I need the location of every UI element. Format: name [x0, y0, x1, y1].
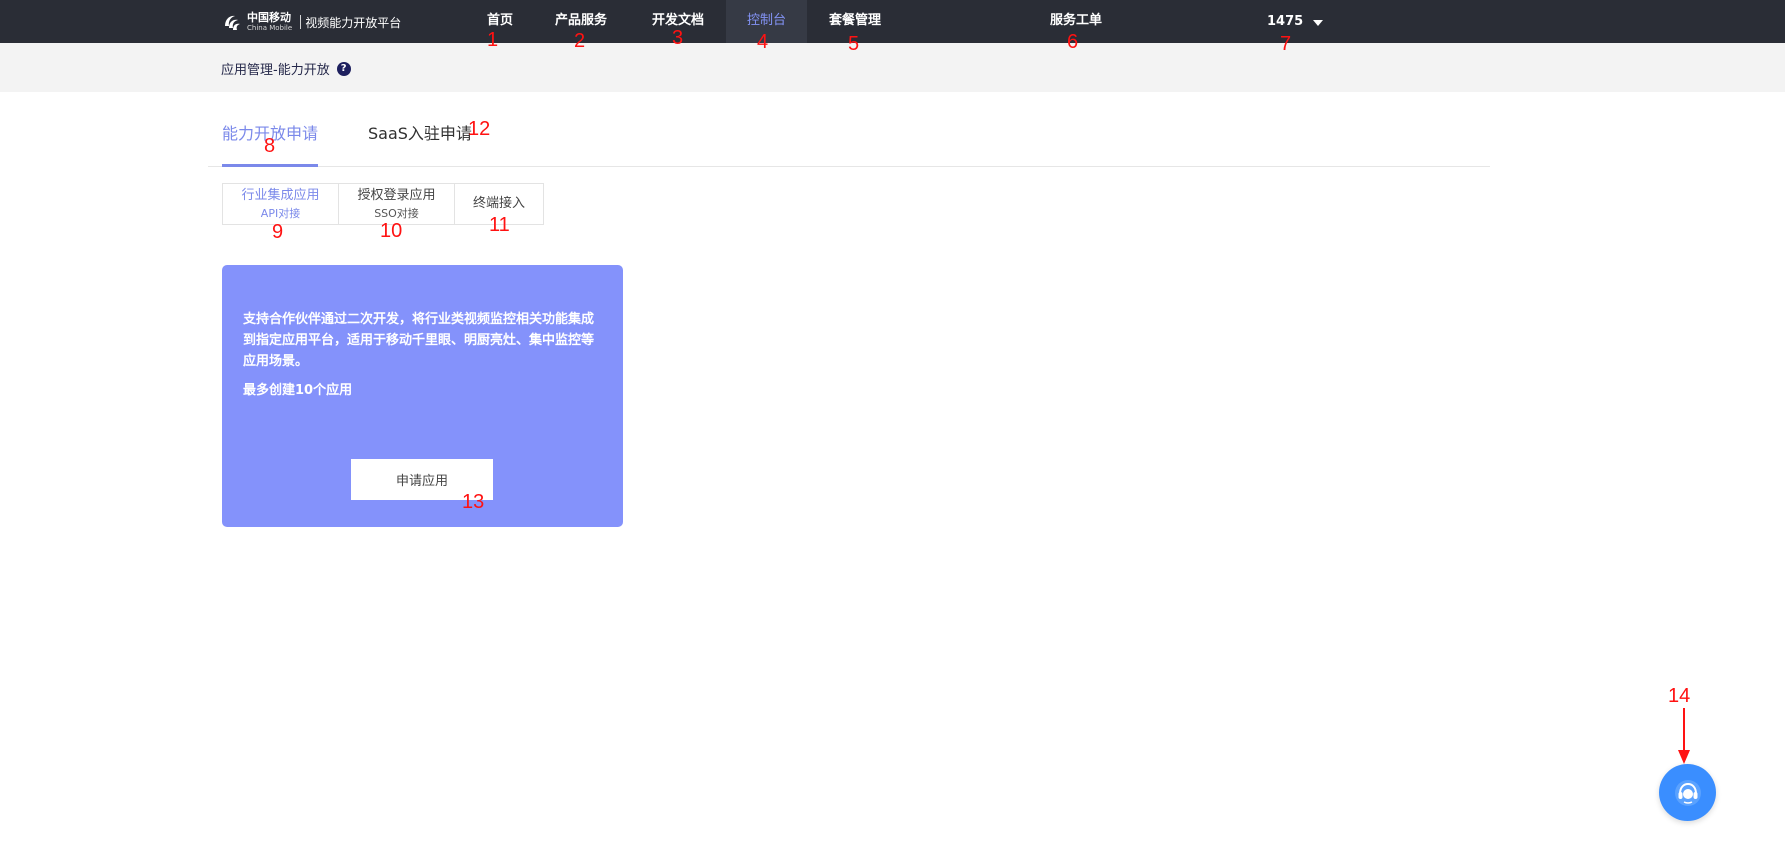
annotation-label: 6: [1067, 31, 1079, 53]
main-tabs: 能力开放申请 SaaS入驻申请: [208, 110, 1490, 167]
china-mobile-logo-icon: [221, 11, 243, 33]
annotation-label: 12: [468, 118, 491, 140]
customer-service-button[interactable]: [1659, 764, 1716, 821]
subtab-subtitle: SSO对接: [374, 206, 419, 220]
annotation-label: 5: [848, 33, 860, 55]
subtab-title: 行业集成应用: [241, 187, 320, 203]
breadcrumb: 应用管理-能力开放 ?: [221, 59, 351, 78]
annotation-label: 3: [672, 27, 684, 49]
subtab-subtitle: API对接: [260, 206, 301, 220]
platform-name: 视频能力开放平台: [305, 15, 402, 30]
help-icon[interactable]: ?: [336, 61, 351, 76]
subtab-sso-login[interactable]: 授权登录应用 SSO对接: [338, 183, 455, 225]
brand-logo-link[interactable]: 中国移动 China Mobile 视频能力开放平台: [221, 10, 401, 34]
chevron-down-icon: [1313, 19, 1324, 26]
app-apply-card: 支持合作伙伴通过二次开发，将行业类视频监控相关功能集成到指定应用平台，适用于移动…: [222, 265, 623, 527]
annotation-label: 10: [380, 220, 403, 242]
card-description: 支持合作伙伴通过二次开发，将行业类视频监控相关功能集成到指定应用平台，适用于移动…: [243, 312, 595, 369]
annotation-label: 1: [487, 29, 499, 51]
tab-saas-onboarding-apply[interactable]: SaaS入驻申请: [368, 120, 472, 166]
brand-company: 中国移动 China Mobile: [247, 12, 292, 32]
annotation-label: 8: [264, 135, 276, 157]
top-nav-bar: 中国移动 China Mobile 视频能力开放平台 首页 产品服务 开发文档 …: [0, 0, 1785, 43]
annotation-label: 7: [1280, 33, 1292, 55]
subtab-title: 终端接入: [472, 196, 525, 211]
annotation-label: 2: [574, 30, 586, 52]
brand-company-cn: 中国移动: [247, 11, 291, 24]
annotation-label: 9: [272, 221, 284, 243]
card-limit-note: 最多创建10个应用: [243, 383, 353, 398]
customer-service-icon: [1674, 779, 1701, 806]
annotation-label: 4: [757, 31, 769, 53]
subtab-industry-integration[interactable]: 行业集成应用 API对接: [222, 183, 339, 225]
annotation-label: 11: [489, 214, 510, 236]
annotation-arrow-icon: [1678, 708, 1690, 764]
brand-company-en: China Mobile: [247, 24, 293, 32]
breadcrumb-bar: 应用管理-能力开放 ?: [0, 43, 1785, 92]
user-menu-dropdown[interactable]: 1475: [1267, 0, 1324, 43]
brand-divider: [300, 15, 302, 29]
annotation-label: 14: [1668, 685, 1691, 707]
subtab-title: 授权登录应用: [357, 187, 436, 203]
breadcrumb-text: 应用管理-能力开放: [221, 63, 330, 78]
annotation-label: 13: [462, 491, 485, 513]
